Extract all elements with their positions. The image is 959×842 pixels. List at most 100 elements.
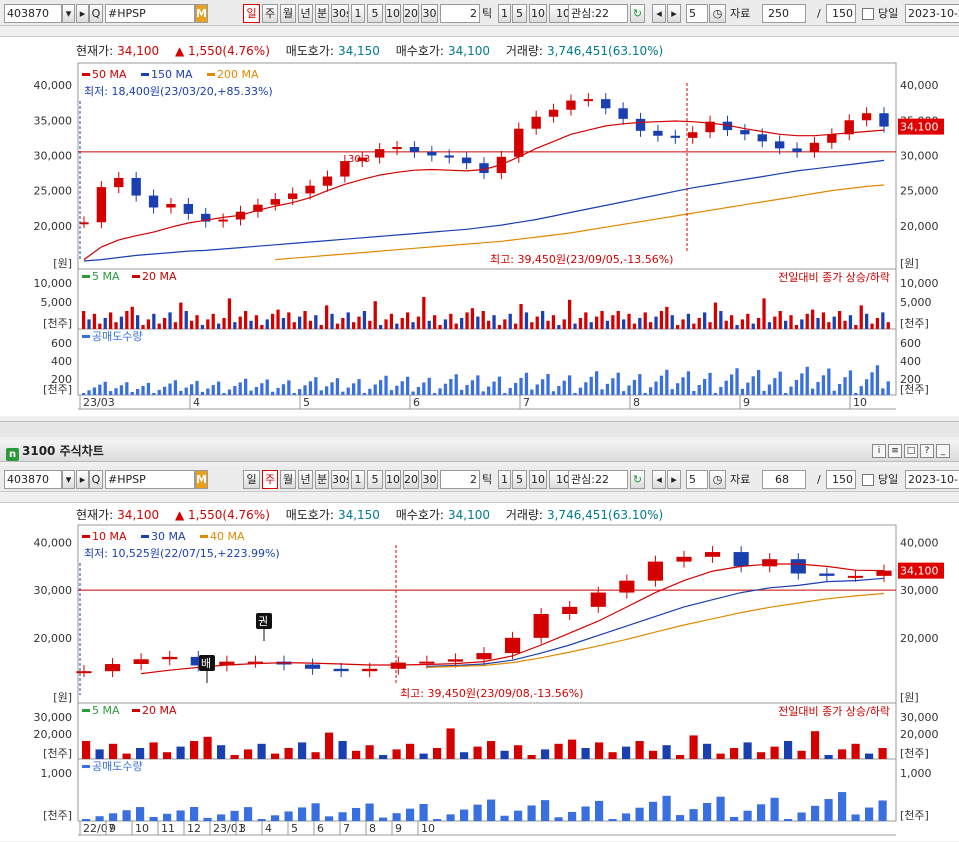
ma-line-1 [83,120,885,261]
tick-button-top-1[interactable]: 5 [512,4,527,23]
stock-code-input-bottom[interactable]: 403870 [4,470,62,489]
period-button-bottom-2[interactable]: 월 [280,470,296,489]
search-icon-bottom[interactable]: Q [89,470,103,489]
volume-bar [257,743,266,759]
short-bar [249,390,253,395]
short-bar [443,383,448,395]
ma-legend-label: 50 MA [92,68,127,81]
candle-body [533,614,549,638]
today-checkbox[interactable] [862,8,874,20]
play-button-bottom[interactable]: ▸ [76,470,89,489]
minimize-icon[interactable]: _ [936,444,950,458]
short-bar [136,807,145,821]
m-badge-button-bottom[interactable]: M [195,470,208,489]
y-tick-left: 25,000 [34,185,73,198]
period-button-bottom-1[interactable]: 주 [262,470,278,489]
stock-name-field[interactable]: #HPSP [105,4,195,23]
period-button-bottom-5[interactable]: 30s [331,470,349,489]
prev-arrow-icon-bottom[interactable]: ◂ [652,470,666,489]
period-button-top-2[interactable]: 월 [280,4,296,23]
period-button-top-10[interactable]: 30 [421,4,438,23]
tick-button-bottom-1[interactable]: 5 [512,470,527,489]
interest-field-bottom[interactable]: 관심:22 [568,470,628,489]
refresh-icon-bottom[interactable]: ↻ [630,470,645,489]
tick-button-top-0[interactable]: 1 [498,4,511,23]
volume-bar [859,305,863,329]
period-button-top-8[interactable]: 10 [385,4,401,23]
refresh-icon[interactable]: ↻ [630,4,645,23]
search-icon[interactable]: Q [89,4,103,23]
toolbar-icon[interactable]: ≡ [888,444,902,458]
short-bar [244,378,248,395]
volume-bar [460,318,464,329]
save-icon[interactable]: □ [904,444,918,458]
chart-info-icon[interactable]: i [872,444,886,458]
window-title: n 3100 주식차트 [6,443,104,461]
code-dropdown-button-bottom[interactable]: ▾ [62,470,75,489]
count-input[interactable]: 5 [686,4,708,23]
candle-body [447,659,464,662]
short-bar [730,816,739,821]
period-button-bottom-0[interactable]: 일 [243,470,260,489]
stock-code-input[interactable]: 403870 [4,4,62,23]
volume-bar [179,302,183,329]
volume-bar [881,312,885,329]
volume-bar [751,323,755,329]
prev-arrow-icon[interactable]: ◂ [652,4,666,23]
period-button-bottom-6[interactable]: 1 [351,470,365,489]
short-bar [389,390,394,395]
short-bar [195,380,199,395]
period-button-bottom-7[interactable]: 5 [367,470,383,489]
short-bar [98,384,102,395]
interest-field[interactable]: 관심:22 [568,4,628,23]
period-button-bottom-9[interactable]: 20 [403,470,419,489]
max-count-input-bottom[interactable]: 150 [826,470,856,489]
tick-value-input[interactable]: 2 [440,4,480,23]
data-count-select-bottom[interactable]: 68 [762,470,806,489]
today-checkbox-bottom[interactable] [862,474,874,486]
period-button-top-4[interactable]: 분 [315,4,329,23]
period-button-top-9[interactable]: 20 [403,4,419,23]
code-dropdown-button[interactable]: ▾ [62,4,75,23]
clock-icon-bottom[interactable]: ◷ [709,470,726,489]
clock-icon[interactable]: ◷ [709,4,726,23]
period-button-bottom-10[interactable]: 30 [421,470,438,489]
vol-tick-right: 30,000 [900,711,939,724]
date-field-bottom[interactable]: 2023-10- [905,470,959,489]
month-label: 8 [633,396,640,409]
period-button-bottom-4[interactable]: 분 [315,470,329,489]
date-field[interactable]: 2023-10-2 [905,4,959,23]
tick-button-top-2[interactable]: 10 [529,4,547,23]
period-button-top-0[interactable]: 일 [243,4,260,23]
period-button-top-5[interactable]: 30s [331,4,349,23]
tick-button-bottom-2[interactable]: 10 [529,470,547,489]
period-button-top-1[interactable]: 주 [262,4,278,23]
play-button[interactable]: ▸ [76,4,89,23]
tick-value-input-bottom[interactable]: 2 [440,470,480,489]
candle-body [847,575,864,578]
candle-body [619,580,635,593]
period-button-bottom-3[interactable]: 년 [298,470,313,489]
period-button-top-7[interactable]: 5 [367,4,383,23]
volume-bar [173,322,178,329]
next-arrow-icon-bottom[interactable]: ▸ [667,470,681,489]
period-button-top-3[interactable]: 년 [298,4,313,23]
period-button-bottom-8[interactable]: 10 [385,470,401,489]
tick-button-bottom-0[interactable]: 1 [498,470,511,489]
period-button-top-6[interactable]: 1 [351,4,365,23]
short-bar [676,815,685,821]
short-bar [136,389,140,395]
m-badge-button[interactable]: M [195,4,208,23]
volume-bar [92,313,97,329]
short-bar [851,814,860,821]
volume-bar [762,298,766,329]
help-icon[interactable]: ? [920,444,934,458]
short-bar [854,393,858,395]
stock-name-field-bottom[interactable]: #HPSP [105,470,195,489]
chart-scrollbar-top[interactable] [0,421,959,437]
data-count-select[interactable]: 250 [762,4,806,23]
count-input-bottom[interactable]: 5 [686,470,708,489]
short-bar [649,801,658,821]
max-count-input[interactable]: 150 [826,4,856,23]
next-arrow-icon[interactable]: ▸ [667,4,681,23]
